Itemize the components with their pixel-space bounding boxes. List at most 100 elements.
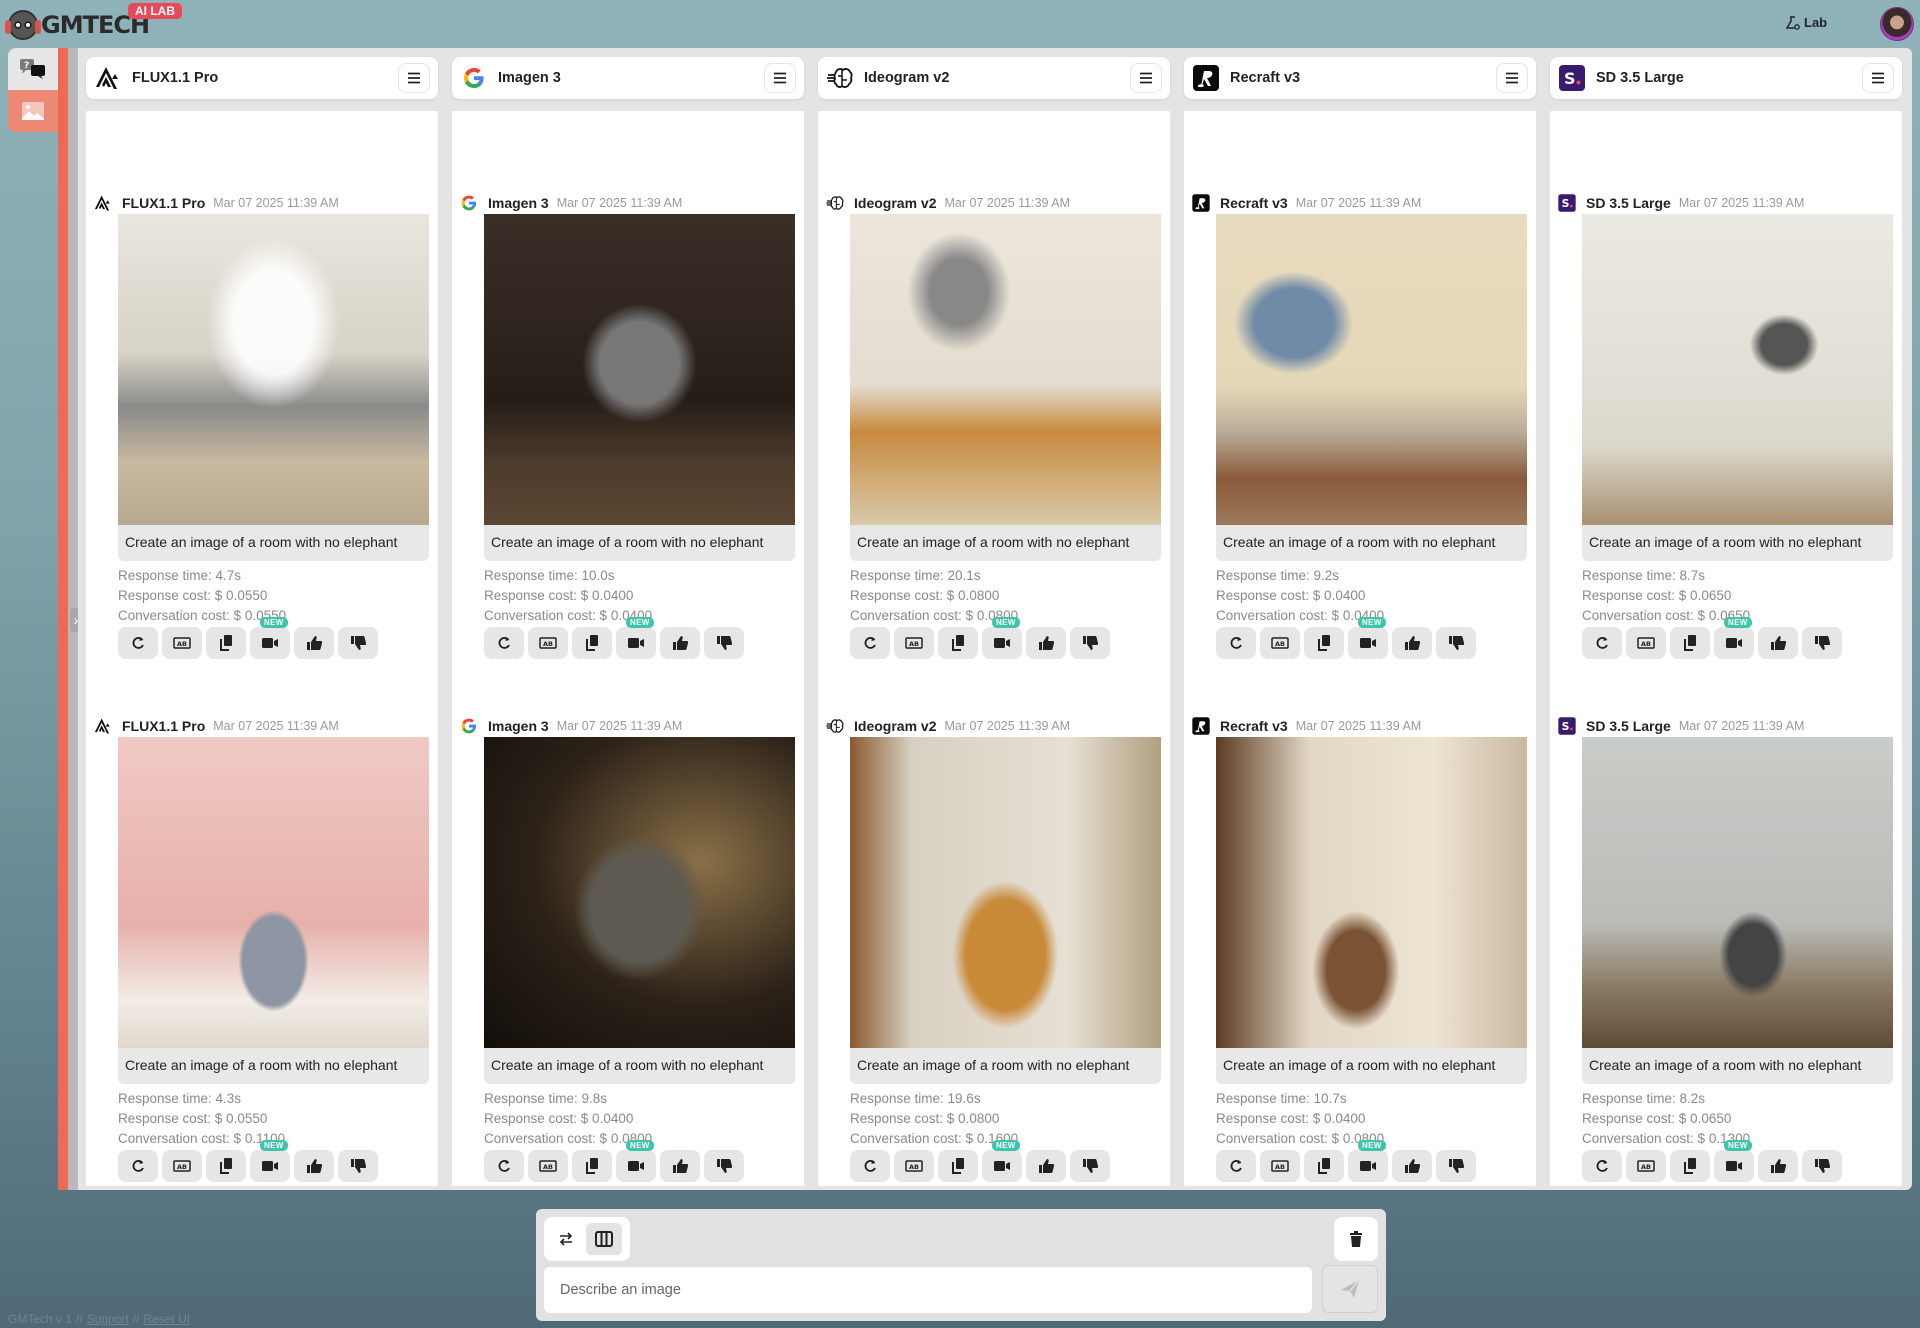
dislike-button[interactable]	[1802, 627, 1842, 659]
dislike-button[interactable]	[1436, 1150, 1476, 1182]
alt-text-button[interactable]: AB	[162, 627, 202, 659]
like-button[interactable]	[294, 627, 334, 659]
generated-image[interactable]	[118, 214, 429, 525]
column-menu-button[interactable]	[1130, 63, 1162, 93]
copy-button[interactable]	[938, 627, 978, 659]
like-button[interactable]	[294, 1150, 334, 1182]
generated-image[interactable]	[1582, 214, 1893, 525]
generated-image[interactable]	[118, 737, 429, 1048]
like-button[interactable]	[660, 1150, 700, 1182]
alt-text-button[interactable]: AB	[528, 1150, 568, 1182]
message-timestamp: Mar 07 2025 11:39 AM	[556, 719, 683, 733]
column-menu-button[interactable]	[1862, 63, 1894, 93]
regenerate-button[interactable]	[484, 627, 524, 659]
like-button[interactable]	[1026, 627, 1066, 659]
alt-text-button[interactable]: AB	[1626, 627, 1666, 659]
regenerate-button[interactable]	[850, 627, 890, 659]
dislike-button[interactable]	[1070, 627, 1110, 659]
generated-image[interactable]	[484, 737, 795, 1048]
dislike-button[interactable]	[1802, 1150, 1842, 1182]
image-prompt-input[interactable]	[544, 1267, 1312, 1313]
video-button[interactable]: NEW	[1348, 617, 1388, 659]
video-button[interactable]: NEW	[1714, 1140, 1754, 1182]
alt-text-button[interactable]: AB	[1626, 1150, 1666, 1182]
video-button[interactable]: NEW	[982, 617, 1022, 659]
alt-text-button[interactable]: AB	[162, 1150, 202, 1182]
copy-button[interactable]	[206, 1150, 246, 1182]
regenerate-button[interactable]	[118, 1150, 158, 1182]
video-button[interactable]: NEW	[1348, 1140, 1388, 1182]
model-column: Ideogram v2 Ideogram v2 Mar 07 2025 11:39 …	[810, 48, 1170, 1190]
send-button[interactable]	[1322, 1265, 1378, 1313]
video-button[interactable]: NEW	[250, 617, 290, 659]
swap-button[interactable]	[548, 1223, 584, 1255]
alt-text-button[interactable]: AB	[894, 627, 934, 659]
like-button[interactable]	[660, 627, 700, 659]
column-menu-button[interactable]	[398, 63, 430, 93]
message-header: S SD 3.5 Large Mar 07 2025 11:39 AM	[1556, 193, 1804, 213]
new-badge: NEW	[1724, 1140, 1752, 1151]
copy-button[interactable]	[1304, 1150, 1344, 1182]
sidebar-item-chat[interactable]: ?	[8, 48, 58, 90]
regenerate-button[interactable]	[118, 627, 158, 659]
message-model-name: Imagen 3	[488, 195, 549, 211]
video-camera-icon	[1360, 1161, 1376, 1171]
video-button[interactable]: NEW	[1714, 617, 1754, 659]
dislike-button[interactable]	[338, 1150, 378, 1182]
alt-text-button[interactable]: AB	[528, 627, 568, 659]
new-badge: NEW	[260, 1140, 288, 1151]
sidebar-item-image[interactable]	[8, 90, 58, 132]
ideogram-logo-icon	[826, 64, 854, 92]
regenerate-button[interactable]	[1582, 1150, 1622, 1182]
copy-button[interactable]	[206, 627, 246, 659]
generated-image[interactable]	[1216, 214, 1527, 525]
copy-button[interactable]	[572, 627, 612, 659]
clear-conversation-button[interactable]	[1334, 1217, 1378, 1261]
response-time: Response time: 10.7s	[1216, 1091, 1347, 1106]
video-button[interactable]: NEW	[616, 1140, 656, 1182]
support-link[interactable]: Support	[87, 1312, 129, 1326]
regenerate-button[interactable]	[1582, 627, 1622, 659]
generated-image[interactable]	[1216, 737, 1527, 1048]
regenerate-button[interactable]	[484, 1150, 524, 1182]
regenerate-button[interactable]	[850, 1150, 890, 1182]
regenerate-button[interactable]	[1216, 1150, 1256, 1182]
alt-text-button[interactable]: AB	[1260, 1150, 1300, 1182]
svg-text:AB: AB	[543, 1163, 553, 1171]
message-header: Imagen 3 Mar 07 2025 11:39 AM	[458, 716, 682, 736]
lab-link[interactable]: Lab	[1786, 15, 1827, 30]
generated-image[interactable]	[1582, 737, 1893, 1048]
user-avatar[interactable]	[1880, 7, 1914, 41]
reset-ui-link[interactable]: Reset UI	[143, 1312, 190, 1326]
alt-text-button[interactable]: AB	[1260, 627, 1300, 659]
like-button[interactable]	[1758, 1150, 1798, 1182]
column-menu-button[interactable]	[764, 63, 796, 93]
like-button[interactable]	[1392, 627, 1432, 659]
copy-button[interactable]	[572, 1150, 612, 1182]
dislike-button[interactable]	[1070, 1150, 1110, 1182]
copy-button[interactable]	[1670, 1150, 1710, 1182]
copy-button[interactable]	[938, 1150, 978, 1182]
dislike-button[interactable]	[338, 627, 378, 659]
dislike-button[interactable]	[1436, 627, 1476, 659]
video-button[interactable]: NEW	[982, 1140, 1022, 1182]
column-menu-button[interactable]	[1496, 63, 1528, 93]
video-button[interactable]: NEW	[616, 617, 656, 659]
alt-text-button[interactable]: AB	[894, 1150, 934, 1182]
regenerate-button[interactable]	[1216, 627, 1256, 659]
like-button[interactable]	[1758, 627, 1798, 659]
generated-image[interactable]	[850, 214, 1161, 525]
generated-image[interactable]	[484, 214, 795, 525]
dislike-button[interactable]	[704, 627, 744, 659]
dislike-button[interactable]	[704, 1150, 744, 1182]
video-button[interactable]: NEW	[250, 1140, 290, 1182]
like-button[interactable]	[1392, 1150, 1432, 1182]
message-timestamp: Mar 07 2025 11:39 AM	[556, 196, 683, 210]
copy-button[interactable]	[1304, 627, 1344, 659]
copy-button[interactable]	[1670, 627, 1710, 659]
columns-view-button[interactable]	[586, 1223, 622, 1255]
message-model-name: SD 3.5 Large	[1586, 718, 1671, 734]
like-button[interactable]	[1026, 1150, 1066, 1182]
new-badge: NEW	[626, 1140, 654, 1151]
generated-image[interactable]	[850, 737, 1161, 1048]
